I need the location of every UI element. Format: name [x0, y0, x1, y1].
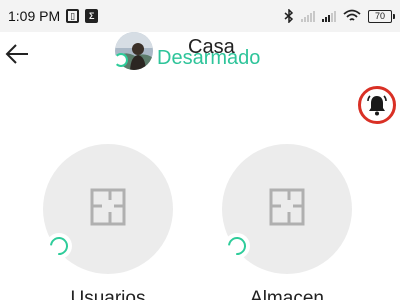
back-arrow-icon	[5, 44, 28, 64]
floor-plan-icon	[90, 188, 126, 226]
device-label: Almacen	[250, 288, 324, 300]
device-usuarios[interactable]: Usuarios	[0, 140, 200, 300]
signal-icon	[301, 10, 315, 22]
status-bar: 1:09 PM ▯ Σ 70	[0, 0, 400, 32]
floor-plan-icon	[269, 188, 305, 226]
wifi-icon	[343, 9, 361, 21]
battery-level: 70	[374, 11, 385, 21]
arm-status: Desarmado	[157, 47, 261, 69]
loading-spinner-icon	[114, 53, 128, 67]
back-button[interactable]	[4, 40, 32, 68]
bluetooth-icon	[284, 9, 294, 23]
screenshot-icon: ▯	[66, 9, 80, 23]
bell-icon	[367, 95, 387, 116]
loading-spinner-icon	[46, 233, 72, 259]
device-label: Usuarios	[70, 288, 146, 300]
status-time: 1:09 PM	[8, 8, 61, 24]
signal-icon	[322, 10, 336, 22]
battery-icon: 70	[368, 9, 395, 23]
device-almacen[interactable]: Almacen	[200, 140, 400, 300]
sigma-icon: Σ	[85, 9, 99, 23]
loading-spinner-icon	[224, 233, 250, 259]
alarm-button[interactable]	[358, 86, 396, 124]
